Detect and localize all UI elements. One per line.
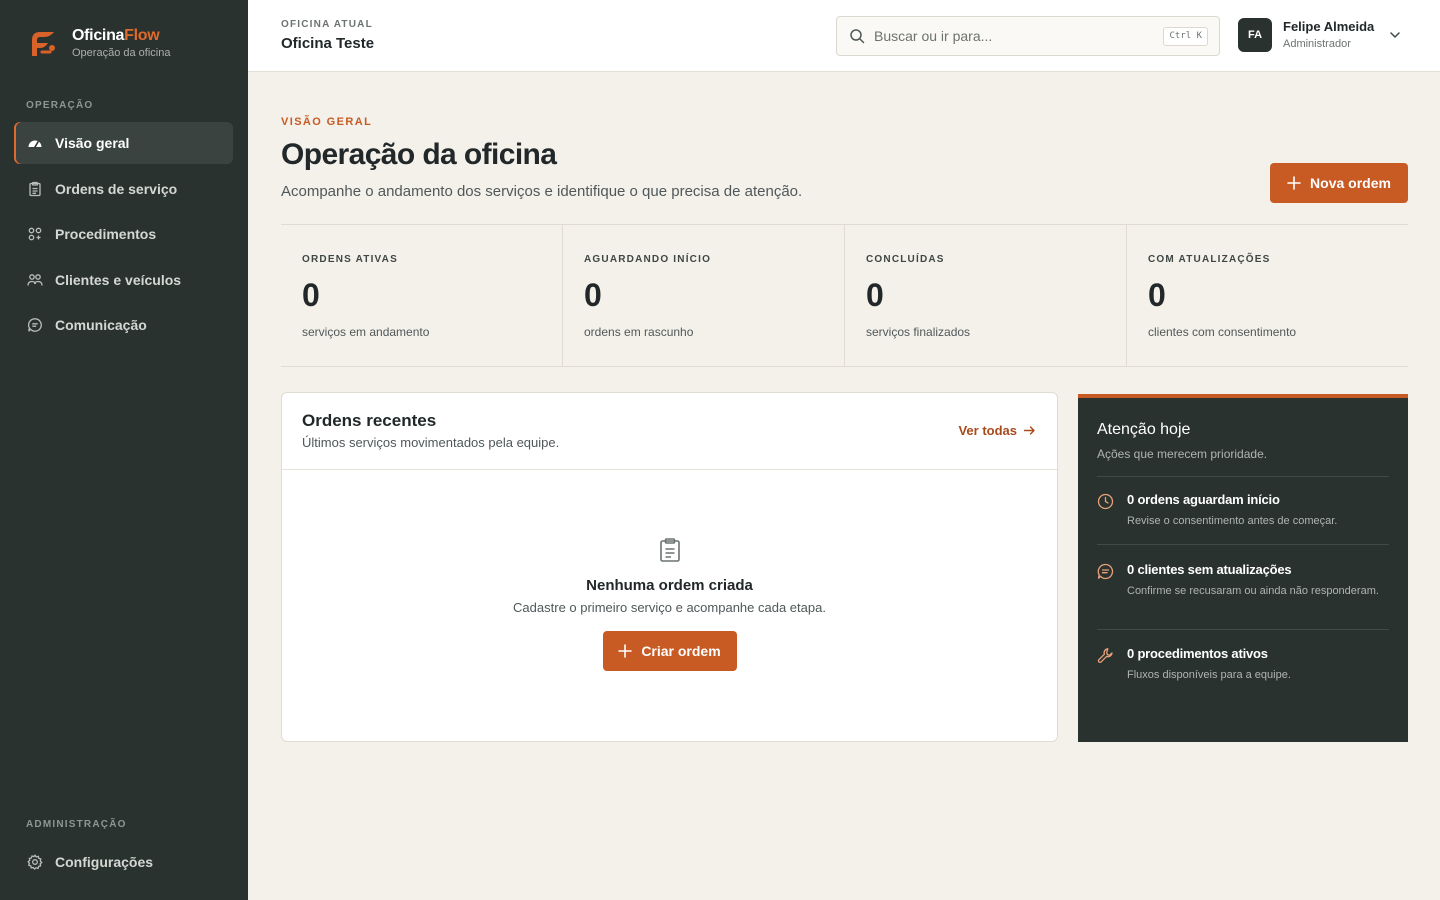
brand[interactable]: OficinaFlow Operação da oficina (26, 26, 170, 60)
user-menu[interactable]: FA Felipe Almeida Administrador (1238, 18, 1402, 52)
stats-row: ORDENS ATIVAS 0 serviços em andamento AG… (281, 224, 1408, 367)
page-title: Operação da oficina (281, 138, 557, 171)
chevron-down-icon (1390, 32, 1401, 38)
stat-value: 0 (302, 277, 320, 313)
recent-orders-subtitle: Últimos serviços movimentados pela equip… (302, 435, 560, 450)
empty-state-title: Nenhuma ordem criada (586, 577, 753, 594)
nav-item-label: Procedimentos (55, 226, 157, 242)
search-icon (850, 29, 865, 44)
attention-item-title: 0 clientes sem atualizações (1127, 562, 1292, 577)
topbar: OFICINA ATUAL Oficina Teste Ctrl K FA Fe… (248, 0, 1440, 72)
attention-item-title: 0 procedimentos ativos (1127, 646, 1268, 661)
nav-item-label: Comunicação (55, 317, 147, 333)
user-name: Felipe Almeida (1283, 19, 1375, 34)
sidebar: OficinaFlow Operação da oficina OPERAÇÃO… (0, 0, 248, 900)
attention-title: Atenção hoje (1097, 421, 1191, 438)
stat-desc: ordens em rascunho (584, 325, 694, 339)
avatar: FA (1238, 18, 1272, 52)
nav-item-configuracoes[interactable]: Configurações (14, 841, 233, 883)
stat-label: CONCLUÍDAS (866, 254, 945, 265)
attention-item-desc: Fluxos disponíveis para a equipe. (1127, 669, 1291, 681)
stat-completed: CONCLUÍDAS 0 serviços finalizados (844, 225, 1126, 366)
new-order-label: Nova ordem (1310, 175, 1391, 191)
stat-desc: serviços finalizados (866, 325, 971, 339)
clock-icon (1097, 493, 1114, 510)
current-workshop-name[interactable]: Oficina Teste (281, 35, 374, 52)
new-order-button[interactable]: Nova ordem (1270, 163, 1408, 203)
nav-item-visao-geral[interactable]: Visão geral (14, 122, 233, 164)
attention-item-title: 0 ordens aguardam início (1127, 492, 1280, 507)
nav-item-procedimentos[interactable]: Procedimentos (14, 213, 233, 255)
clipboard-icon (26, 180, 44, 198)
oficinaflow-logo-icon (32, 32, 55, 56)
user-role: Administrador (1283, 38, 1351, 50)
nav-item-comunicacao[interactable]: Comunicação (14, 304, 233, 346)
users-icon (26, 271, 44, 289)
brand-subtitle: Operação da oficina (72, 47, 171, 59)
create-order-button[interactable]: Criar ordem (602, 631, 737, 671)
stat-desc: serviços em andamento (302, 325, 430, 339)
attention-item-awaiting[interactable]: 0 ordens aguardam início Revise o consen… (1097, 476, 1389, 544)
nav-item-label: Configurações (55, 854, 154, 870)
search-box[interactable]: Ctrl K (836, 16, 1220, 56)
plus-icon (618, 644, 633, 658)
nav-item-label: Ordens de serviço (55, 180, 178, 197)
admin-nav: Configurações (14, 841, 233, 887)
clipboard-icon (659, 538, 680, 562)
message-icon (1097, 563, 1114, 580)
main-nav: Visão geral Ordens de serviço Procedimen… (14, 122, 233, 350)
attention-item-desc: Confirme se recusaram ou ainda não respo… (1127, 585, 1379, 597)
stat-value: 0 (1148, 277, 1166, 313)
recent-orders-card: Ordens recentes Últimos serviços movimen… (281, 392, 1058, 742)
nav-item-label: Clientes e veículos (55, 271, 182, 288)
attention-item-procedures[interactable]: 0 procedimentos ativos Fluxos disponívei… (1097, 629, 1389, 699)
stat-label: ORDENS ATIVAS (302, 254, 398, 265)
page-eyebrow: VISÃO GERAL (281, 116, 373, 128)
attention-panel: Atenção hoje Ações que merecem prioridad… (1078, 394, 1408, 742)
dashboard-gauge-icon (26, 134, 44, 152)
empty-state: Nenhuma ordem criada Cadastre o primeiro… (282, 537, 1057, 671)
create-order-label: Criar ordem (641, 643, 721, 659)
search-shortcut-hint: Ctrl K (1163, 27, 1208, 46)
recent-orders-header: Ordens recentes Últimos serviços movimen… (282, 393, 1057, 470)
page-subtitle: Acompanhe o andamento dos serviços e ide… (281, 183, 803, 200)
stat-desc: clientes com consentimento (1148, 325, 1297, 339)
recent-orders-title: Ordens recentes (302, 411, 437, 430)
stat-label: COM ATUALIZAÇÕES (1148, 254, 1271, 265)
attention-item-no-updates[interactable]: 0 clientes sem atualizações Confirme se … (1097, 544, 1389, 629)
stat-awaiting-start: AGUARDANDO INÍCIO 0 ordens em rascunho (562, 225, 844, 366)
nav-item-ordens-de-servico[interactable]: Ordens de serviço (14, 168, 233, 210)
attention-item-desc: Revise o consentimento antes de começar. (1127, 515, 1338, 527)
brand-name: OficinaFlow (72, 27, 160, 44)
see-all-label: Ver todas (958, 423, 1017, 438)
nav-section-admin: ADMINISTRAÇÃO (26, 819, 127, 830)
nav-item-clientes-e-veiculos[interactable]: Clientes e veículos (14, 259, 233, 301)
stat-label: AGUARDANDO INÍCIO (584, 254, 712, 265)
nav-item-label: Visão geral (55, 135, 130, 151)
plus-icon (1287, 176, 1301, 190)
stat-value: 0 (866, 277, 884, 313)
empty-state-subtitle: Cadastre o primeiro serviço e acompanhe … (513, 600, 826, 615)
grid-nodes-icon (26, 225, 44, 243)
see-all-link[interactable]: Ver todas (958, 423, 1036, 438)
nav-section-operation: OPERAÇÃO (26, 100, 94, 111)
search-input[interactable] (874, 28, 1154, 44)
attention-subtitle: Ações que merecem prioridade. (1097, 447, 1268, 461)
chat-bubble-icon (26, 316, 44, 334)
stat-with-updates: COM ATUALIZAÇÕES 0 clientes com consenti… (1126, 225, 1408, 366)
gear-icon (26, 853, 44, 871)
arrow-right-icon (1023, 426, 1035, 435)
current-workshop-label: OFICINA ATUAL (281, 19, 373, 30)
wrench-icon (1097, 648, 1113, 663)
stat-active-orders: ORDENS ATIVAS 0 serviços em andamento (281, 225, 562, 366)
stat-value: 0 (584, 277, 602, 313)
